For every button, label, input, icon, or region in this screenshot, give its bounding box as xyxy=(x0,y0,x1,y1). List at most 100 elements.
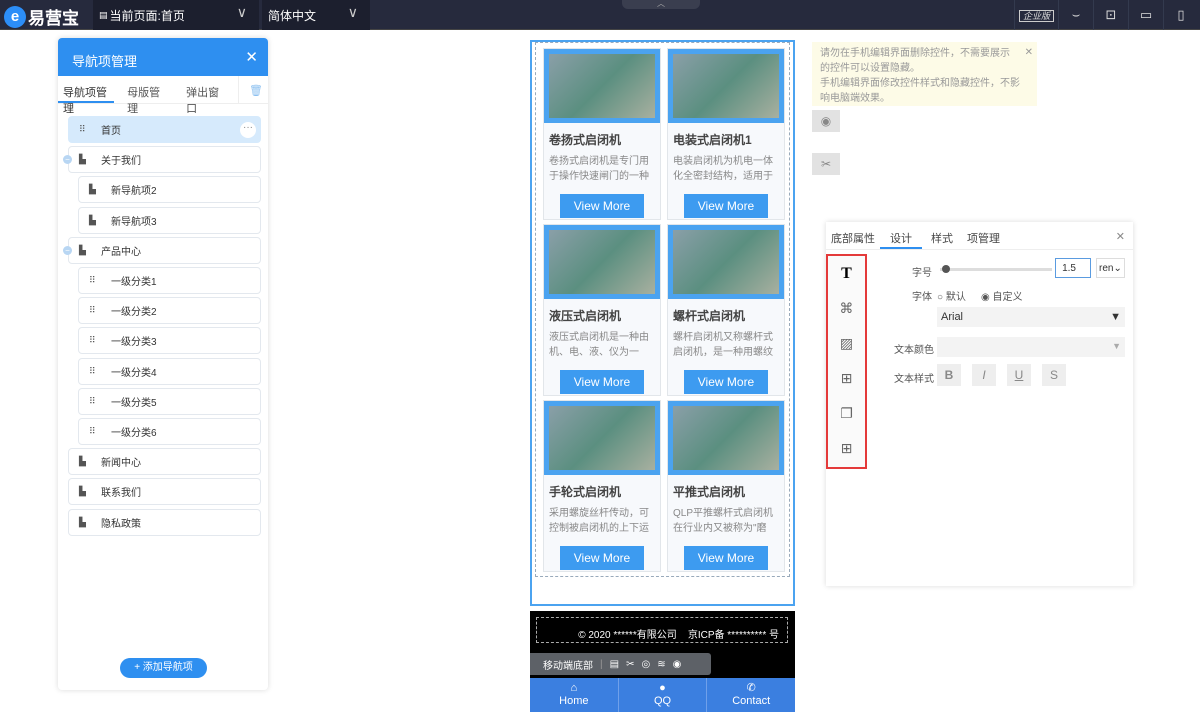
text-icon[interactable]: T xyxy=(828,256,865,291)
italic-button[interactable]: I xyxy=(972,364,996,386)
panel-header: 导航项管理 ✕ xyxy=(58,38,268,76)
unit-select[interactable]: ren⌄ xyxy=(1096,258,1125,278)
add-nav-item-button[interactable]: + 添加导航项 xyxy=(120,658,207,678)
product-title[interactable]: 电装式启闭机1 xyxy=(673,131,779,148)
layout-icon[interactable]: ⊡ xyxy=(1093,0,1128,30)
product-card: 平推式启闭机 QLP平推螺杆式启闭机在行业内又被称为"磨盘... View More xyxy=(667,400,785,572)
product-desc: 卷扬式启闭机是专门用于操作快速闸门的一种启... xyxy=(549,156,649,182)
font-size-slider[interactable] xyxy=(940,265,1052,273)
qq-icon: ● xyxy=(659,682,666,694)
preview-icon[interactable]: ⌣ xyxy=(1058,0,1093,30)
close-icon[interactable]: ✕ xyxy=(1025,45,1033,60)
mobile-icon[interactable]: ▯ xyxy=(1163,0,1198,30)
nav-contact[interactable]: ✆ Contact xyxy=(707,678,795,712)
nav-item[interactable]: ⠿ 一级分类3 xyxy=(78,327,261,355)
tab-footer-props[interactable]: 底部属性 xyxy=(826,222,880,249)
page-icon: ▙ xyxy=(79,244,86,255)
nav-item[interactable]: ▙ 新闻中心 xyxy=(68,448,261,476)
grid-icon: ⠿ xyxy=(89,395,96,406)
text-color-select[interactable]: ▼ xyxy=(937,337,1125,357)
product-card: 螺杆式启闭机螺杆启闭机又称螺杆式启闭机，是一种用螺纹杆... View More xyxy=(667,224,785,396)
collapse-icon[interactable]: − xyxy=(63,245,72,255)
shadow-icon[interactable]: ❐ xyxy=(828,396,865,431)
bold-button[interactable]: B xyxy=(937,364,961,386)
product-image[interactable] xyxy=(668,225,784,299)
tab-nav-items[interactable]: 导航项管理 xyxy=(58,76,115,115)
product-desc: 液压式启闭机是一种由机、电、液、仪为一体... xyxy=(549,332,649,358)
desktop-icon[interactable]: ▭ xyxy=(1128,0,1163,30)
nav-item[interactable]: ▙ 新导航项3 xyxy=(78,206,261,234)
layers-icon[interactable]: ≋ xyxy=(657,659,665,670)
background-icon[interactable]: ▨ xyxy=(828,326,865,361)
view-more-button[interactable]: View More xyxy=(560,546,644,570)
product-desc: 螺杆启闭机又称螺杆式启闭机，是一种用螺纹杆... xyxy=(673,332,773,358)
close-icon[interactable]: ✕ xyxy=(245,48,258,66)
nav-item[interactable]: ⠿ 一级分类4 xyxy=(78,357,261,385)
view-more-button[interactable]: View More xyxy=(684,370,768,394)
spacing-icon[interactable]: ⊞ xyxy=(828,431,865,466)
nav-item[interactable]: ⠿ 一级分类2 xyxy=(78,297,261,325)
product-title[interactable]: 液压式启闭机 xyxy=(549,307,655,324)
grid-icon: ⠿ xyxy=(89,275,96,285)
border-icon[interactable]: ⊞ xyxy=(828,361,865,396)
tip-box: ✕ 请勿在手机编辑界面删除控件，不需要展示的控件可以设置隐藏。 手机编辑界面修改控件… xyxy=(812,42,1037,106)
layout-icon[interactable]: ⌘ xyxy=(828,291,865,326)
view-more-button[interactable]: View More xyxy=(684,194,768,218)
page-icon: ▙ xyxy=(79,516,86,527)
nav-item[interactable]: ▙ 联系我们 xyxy=(68,478,261,506)
product-image[interactable] xyxy=(544,49,660,123)
language-select[interactable]: 简体中文 ∨ xyxy=(262,0,370,30)
strikethrough-button[interactable]: S xyxy=(1042,364,1066,386)
collapse-toggle[interactable]: ︿ xyxy=(622,0,700,9)
nav-item[interactable]: ⠿ 一级分类1 xyxy=(78,267,261,294)
nav-item[interactable]: ▙ 新导航项2 xyxy=(78,176,261,204)
unlink-icon[interactable]: ✂ xyxy=(812,153,840,175)
edit-icon[interactable]: ▤ xyxy=(610,659,619,670)
tab-design[interactable]: 设计 xyxy=(880,222,922,249)
tab-master[interactable]: 母版管理 xyxy=(122,76,169,115)
radio-custom[interactable]: ◉ 自定义 xyxy=(981,288,1023,303)
product-image[interactable] xyxy=(544,401,660,475)
nav-item[interactable]: ⠿ 首页 ··· xyxy=(68,116,261,143)
font-size-input[interactable]: 1.5 xyxy=(1055,258,1091,278)
nav-qq[interactable]: ● QQ xyxy=(619,678,708,712)
view-more-button[interactable]: View More xyxy=(560,194,644,218)
nav-item[interactable]: ▙ 隐私政策 xyxy=(68,508,261,536)
underline-button[interactable]: U xyxy=(1007,364,1031,386)
nav-item[interactable]: ▙ 关于我们 xyxy=(68,146,261,174)
phone-icon: ✆ xyxy=(746,682,756,694)
tab-style[interactable]: 样式 xyxy=(926,222,958,249)
unlink-icon[interactable]: ✂ xyxy=(626,659,634,670)
close-icon[interactable]: ✕ xyxy=(1111,222,1133,249)
tab-popup[interactable]: 弹出窗口 xyxy=(181,76,228,115)
page-select[interactable]: ▤ 当前页面:首页 ∨ xyxy=(93,0,259,30)
product-image[interactable] xyxy=(668,401,784,475)
product-title[interactable]: 卷扬式启闭机 xyxy=(549,131,655,148)
palette-icon[interactable]: ◎ xyxy=(641,659,650,670)
product-title[interactable]: 螺杆式启闭机 xyxy=(673,307,779,324)
chevron-down-icon: ∨ xyxy=(236,4,247,20)
eye-icon[interactable]: ◉ xyxy=(812,110,840,132)
product-image[interactable] xyxy=(544,225,660,299)
edition-badge[interactable]: 企业版 xyxy=(1014,0,1058,30)
design-sidebar: T ⌘ ▨ ⊞ ❐ ⊞ xyxy=(826,254,867,469)
eye-icon[interactable]: ◉ xyxy=(673,659,682,670)
footer-toolbar: 移动端底部 | ▤ ✂ ◎ ≋ ◉ xyxy=(530,653,711,675)
more-icon[interactable]: ··· xyxy=(240,121,256,138)
nav-item[interactable]: ▙ 产品中心 xyxy=(68,236,261,264)
dropdown-icon: ▼ xyxy=(1110,311,1121,323)
product-title[interactable]: 平推式启闭机 xyxy=(673,483,779,500)
tab-items[interactable]: 项管理 xyxy=(962,222,1005,249)
nav-item[interactable]: ⠿ 一级分类5 xyxy=(78,387,261,415)
product-image[interactable] xyxy=(668,49,784,123)
nav-home[interactable]: ⌂ Home xyxy=(530,678,619,712)
radio-default[interactable]: ○ 默认 xyxy=(937,288,966,303)
mobile-preview: 卷扬式启闭机卷扬式启闭机是专门用于操作快速闸门的一种启... View More 电… xyxy=(530,40,795,606)
nav-item[interactable]: ⠿ 一级分类6 xyxy=(78,418,261,445)
trash-icon[interactable]: 🗑 xyxy=(238,76,268,103)
view-more-button[interactable]: View More xyxy=(560,370,644,394)
view-more-button[interactable]: View More xyxy=(684,546,768,570)
font-family-select[interactable]: Arial ▼ xyxy=(937,307,1125,327)
copyright-text: © 2020 ******有限公司 xyxy=(578,630,677,641)
product-title[interactable]: 手轮式启闭机 xyxy=(549,483,655,500)
